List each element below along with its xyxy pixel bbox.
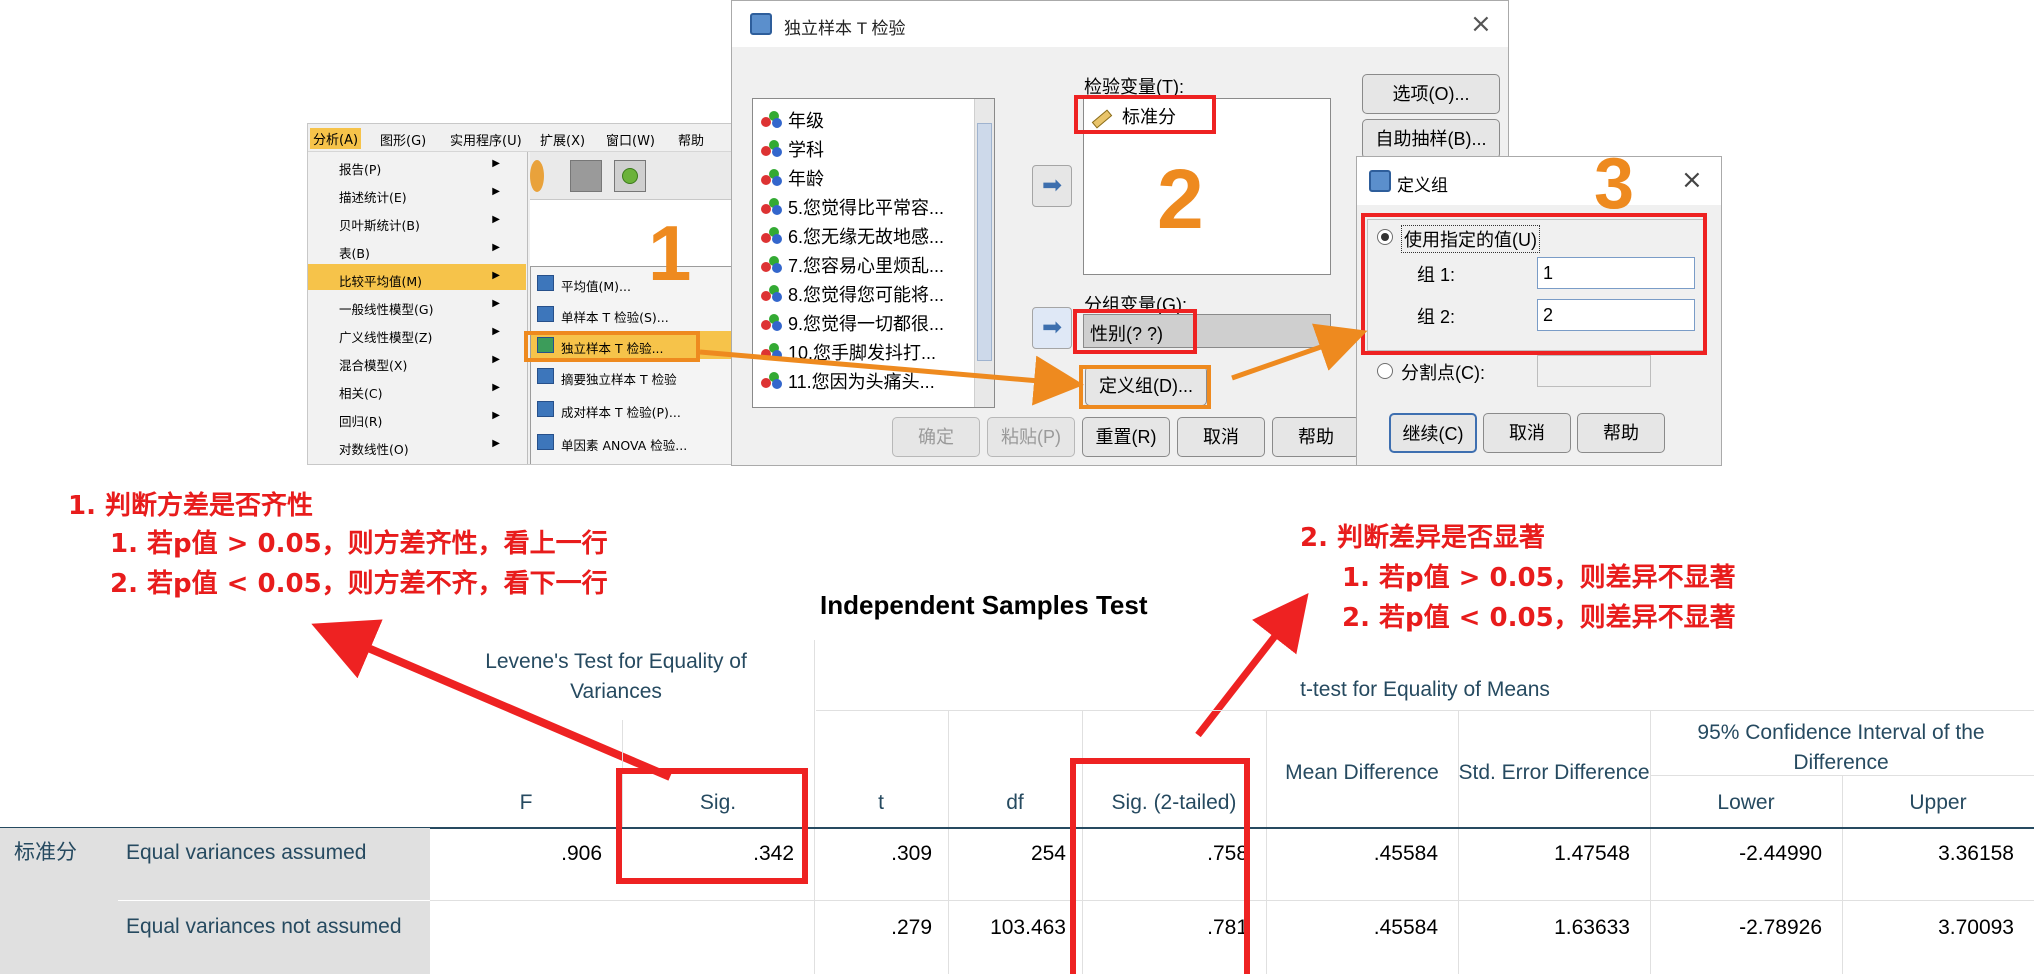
- table-cell: .309: [891, 842, 932, 865]
- annotation-significance-line2: 2. 若p值 < 0.05，则差异不显著: [1342, 603, 1736, 633]
- column-header: F: [519, 791, 533, 814]
- annotation-variance-title: 1. 判断方差是否齐性: [68, 491, 314, 521]
- annotation-significance-title: 2. 判断差异是否显著: [1300, 523, 1546, 553]
- row-label: Equal variances not assumed: [126, 915, 402, 938]
- annotation-variance-line1: 1. 若p值 > 0.05，则方差齐性，看上一行: [110, 529, 608, 559]
- row-label: Equal variances assumed: [126, 841, 367, 864]
- column-header: Std. Error Difference: [1458, 761, 1650, 784]
- column-header: t: [878, 791, 884, 814]
- levene-header: Levene's Test for Equality of Variances: [485, 650, 747, 703]
- table-title: Independent Samples Test: [820, 590, 1148, 620]
- table-cell: .906: [561, 842, 602, 865]
- ttest-header: t-test for Equality of Means: [1300, 678, 1550, 701]
- column-header: df: [1006, 791, 1024, 814]
- table-cell: -2.78926: [1739, 916, 1822, 939]
- table-cell: .45584: [1373, 916, 1438, 939]
- table-cell: -2.44990: [1739, 842, 1822, 865]
- table-cell: 254: [1030, 842, 1066, 865]
- column-header: Upper: [1909, 791, 1967, 814]
- column-header: Mean Difference: [1285, 761, 1439, 784]
- column-header: Lower: [1717, 791, 1775, 814]
- highlight-box-levene-sig: [616, 768, 808, 884]
- red-arrow-sig: [1195, 592, 1309, 738]
- highlight-box-ttest-sig: [1070, 758, 1250, 974]
- table-cell: 1.47548: [1554, 842, 1630, 865]
- orange-arrow-step2: [1231, 323, 1368, 381]
- table-cell: 3.36158: [1938, 842, 2014, 865]
- variable-label: 标准分: [14, 841, 77, 864]
- table-cell: 1.63633: [1554, 916, 1630, 939]
- orange-arrow-step1: [699, 349, 1084, 406]
- table-cell: .279: [891, 916, 932, 939]
- annotation-significance-line1: 1. 若p值 > 0.05，则差异不显著: [1342, 563, 1736, 593]
- annotation-variance-line2: 2. 若p值 < 0.05，则方差不齐，看下一行: [110, 569, 608, 599]
- ci-header: 95% Confidence Interval of the Differenc…: [1697, 721, 1985, 774]
- table-cell: .45584: [1373, 842, 1438, 865]
- table-cell: 3.70093: [1938, 916, 2014, 939]
- table-cell: 103.463: [990, 916, 1066, 939]
